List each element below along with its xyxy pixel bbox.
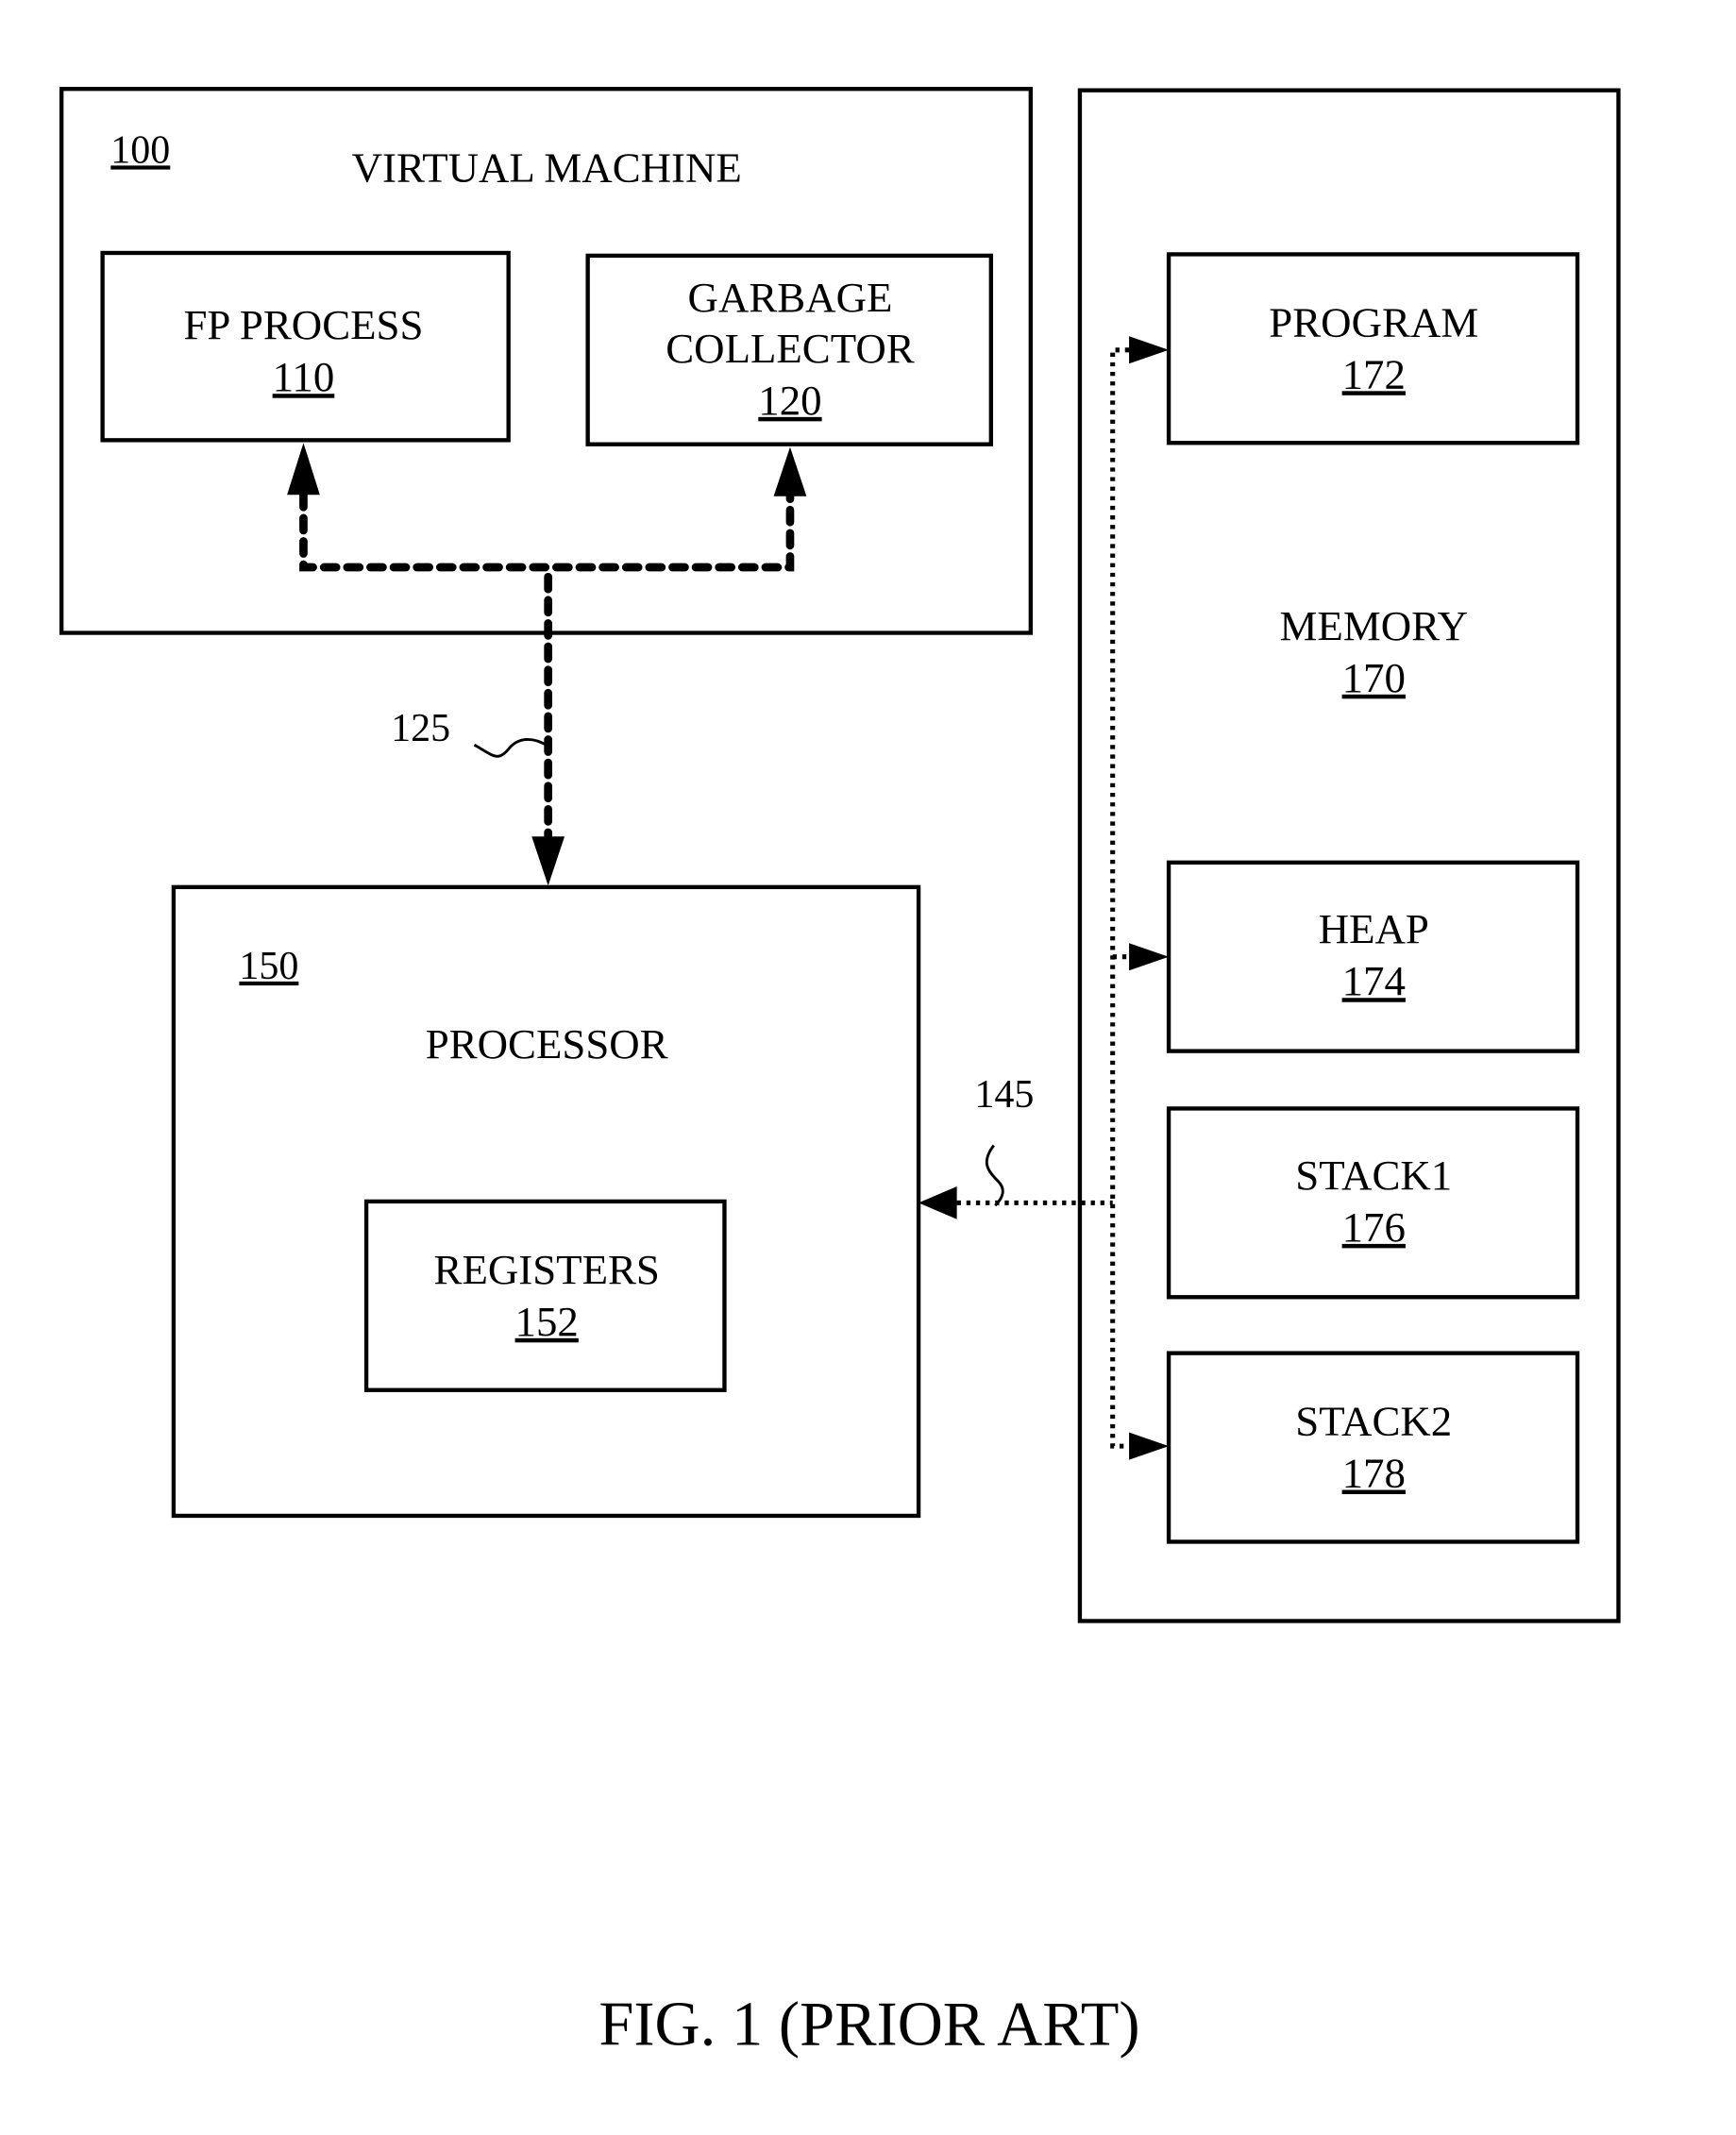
- arrow-down-processor: [531, 836, 565, 886]
- arrow-up-garbage-collector: [773, 446, 807, 496]
- arrow-right-heap: [1129, 943, 1170, 971]
- arrow-left-processor: [919, 1185, 957, 1219]
- arrow-up-fp-process: [287, 443, 320, 496]
- stack2-box: [1166, 1351, 1580, 1544]
- registers-box: [363, 1199, 727, 1392]
- fp-process-label: FP PROCESS: [183, 301, 423, 348]
- vm-bus-connector: [299, 490, 795, 572]
- arrow-right-stack2: [1129, 1432, 1170, 1460]
- link-125-ref: 125: [391, 707, 450, 750]
- link-145-leader: [985, 1144, 1004, 1207]
- stack2-ref: 178: [1342, 1450, 1406, 1497]
- program-ref: 172: [1342, 350, 1406, 397]
- virtual-machine-ref: 100: [110, 128, 170, 172]
- processor-label: PROCESSOR: [426, 1020, 668, 1068]
- garbage-collector-ref: 120: [758, 377, 821, 424]
- figure-caption: FIG. 1 (PRIOR ART): [598, 1990, 1139, 2059]
- memory-label: MEMORY: [1280, 602, 1468, 649]
- stack1-label: STACK1: [1295, 1152, 1452, 1199]
- registers-ref: 152: [515, 1298, 579, 1345]
- stack2-label: STACK2: [1295, 1398, 1452, 1445]
- diagram: 100 VIRTUAL MACHINE FP PROCESS 110 GARBA…: [59, 87, 1621, 2059]
- program-box: [1166, 252, 1580, 445]
- link-125-leader: [473, 738, 549, 758]
- garbage-collector-label-1: GARBAGE: [688, 274, 893, 321]
- garbage-collector-label-2: COLLECTOR: [666, 325, 915, 372]
- arrow-right-program: [1129, 336, 1170, 364]
- processor-ref: 150: [239, 945, 298, 988]
- virtual-machine-label: VIRTUAL MACHINE: [352, 144, 742, 192]
- memory-bus-connector: [1110, 347, 1130, 1449]
- heap-ref: 174: [1342, 957, 1406, 1004]
- memory-ref: 170: [1342, 654, 1406, 701]
- registers-label: REGISTERS: [434, 1246, 660, 1293]
- heap-label: HEAP: [1319, 905, 1429, 952]
- stack1-ref: 176: [1342, 1203, 1406, 1251]
- program-label: PROGRAM: [1269, 298, 1478, 345]
- link-145-ref: 145: [974, 1073, 1034, 1117]
- fp-process-ref: 110: [273, 353, 335, 400]
